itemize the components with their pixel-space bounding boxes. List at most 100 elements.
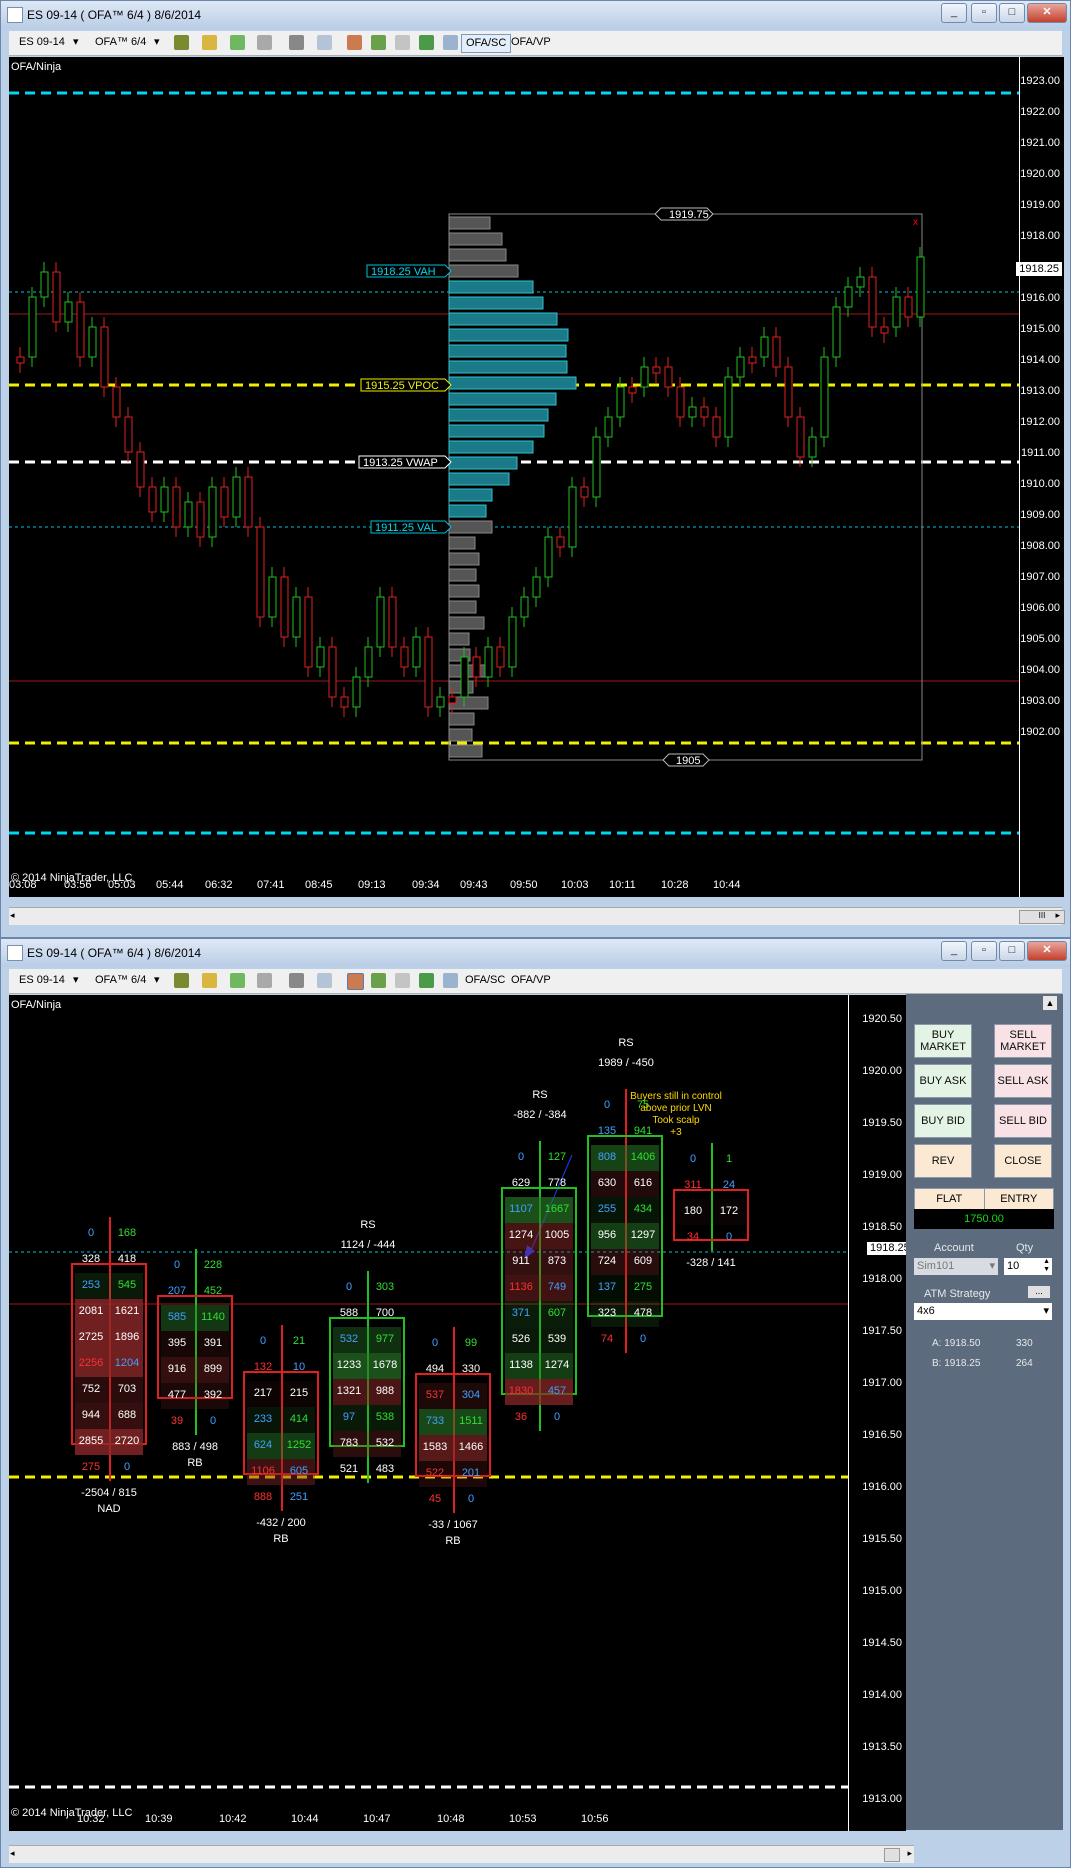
tab-ofa-vp[interactable]: OFA/VP <box>511 34 551 51</box>
close-window-button[interactable]: ✕ <box>1027 941 1067 961</box>
price-tick-label: 1916.00 <box>862 1481 902 1493</box>
restore-button[interactable]: ▫ <box>971 941 997 961</box>
bid-volume: 217 <box>249 1387 277 1399</box>
scroll-thumb[interactable] <box>884 1848 900 1862</box>
time-tick-label: 10:44 <box>291 1813 319 1825</box>
price-axis[interactable]: 1923.00 1922.00 1921.00 1920.00 1919.00 1918.… <box>1019 57 1064 897</box>
buy-market-button[interactable]: BUY MARKET <box>914 1024 972 1058</box>
interval-selector[interactable]: OFA™ 6/4 <box>95 34 146 51</box>
sell-ask-button[interactable]: SELL ASK <box>994 1064 1052 1098</box>
dropdown-arrow-icon[interactable]: ▾ <box>154 34 160 51</box>
restore-button[interactable]: ▫ <box>971 3 997 23</box>
footprint-row: 1107 1667 <box>505 1197 573 1223</box>
crosshair-icon[interactable] <box>289 35 304 50</box>
price-axis[interactable]: 1920.50 1920.00 1919.50 1919.00 1918.50 1918.… <box>848 995 906 1831</box>
tab-ofa-sc[interactable]: OFA/SC <box>465 972 505 989</box>
maximize-button[interactable]: □ <box>999 3 1025 23</box>
zoom-icon[interactable] <box>317 35 332 50</box>
pin-icon[interactable] <box>257 35 272 50</box>
indicators-icon[interactable] <box>371 973 386 988</box>
atm-strategy-select[interactable]: 4x6 ▾ <box>914 1303 1052 1320</box>
dropdown-arrow-icon[interactable]: ▾ <box>73 972 79 989</box>
footprint-row: 1321 988 <box>333 1379 401 1405</box>
data-box-icon[interactable] <box>443 973 458 988</box>
horizontal-scrollbar[interactable]: ◂ ▸ <box>9 1845 914 1863</box>
minimize-button[interactable]: _ <box>941 941 967 961</box>
bar-type-icon[interactable] <box>174 973 189 988</box>
ask-volume: 0 <box>199 1415 227 1427</box>
tab-ofa-vp[interactable]: OFA/VP <box>511 972 551 989</box>
data-box-icon[interactable] <box>443 35 458 50</box>
footprint-row: 526 539 <box>505 1327 573 1353</box>
ask-volume: 228 <box>199 1259 227 1271</box>
bid-volume: 253 <box>77 1279 105 1291</box>
footprint-row: 275 0 <box>75 1455 143 1481</box>
scroll-left-icon[interactable]: ◂ <box>10 910 15 921</box>
price-chart[interactable]: OFA/Ninja © 2014 NinjaTrader, LLC F 1918… <box>9 57 1064 897</box>
tab-ofa-sc[interactable]: OFA/SC <box>461 34 511 53</box>
vpoc-annotation: 1915.25 VPOC <box>361 379 451 392</box>
profile-bar <box>449 265 518 277</box>
strategy-icon[interactable] <box>347 35 362 50</box>
pencil-icon[interactable] <box>202 973 217 988</box>
profile-bar <box>449 489 492 501</box>
dropdown-arrow-icon[interactable]: ▾ <box>154 972 160 989</box>
horizontal-scrollbar[interactable]: ◂ III ▸ <box>9 907 1062 925</box>
add-indicator-icon[interactable] <box>230 973 245 988</box>
footprint-row: 783 532 <box>333 1431 401 1457</box>
instrument-selector[interactable]: ES 09-14 <box>19 34 65 51</box>
scroll-left-icon[interactable]: ◂ <box>10 1848 15 1859</box>
candle-body <box>917 257 924 317</box>
zoom-icon[interactable] <box>317 973 332 988</box>
add-indicator-icon[interactable] <box>230 35 245 50</box>
profile-bar <box>449 553 479 565</box>
toolbar: ES 09-14 ▾ OFA™ 6/4 ▾ OFA/SC OFA/VP <box>9 31 1062 56</box>
ask-volume: 605 <box>285 1465 313 1477</box>
interval-selector[interactable]: OFA™ 6/4 <box>95 972 146 989</box>
account-select[interactable]: Sim101 ▾ <box>914 1258 998 1275</box>
atm-options-button[interactable]: ... <box>1028 1286 1050 1298</box>
footprint-chart[interactable]: OFA/Ninja © 2014 NinjaTrader, LLC F 0168… <box>9 995 906 1831</box>
reverse-button[interactable]: REV <box>914 1144 972 1178</box>
instrument-selector[interactable]: ES 09-14 <box>19 972 65 989</box>
crosshair-icon[interactable] <box>289 973 304 988</box>
buy-ask-button[interactable]: BUY ASK <box>914 1064 972 1098</box>
bid-volume: 97 <box>335 1411 363 1423</box>
scroll-right-icon[interactable]: ▸ <box>907 1848 912 1859</box>
close-window-button[interactable]: ✕ <box>1027 3 1067 23</box>
stepper-arrows-icon[interactable]: ▲ ▼ <box>1043 1258 1050 1274</box>
maximize-button[interactable]: □ <box>999 941 1025 961</box>
footprint-row: 2081 1621 <box>75 1299 143 1325</box>
chart-properties-icon[interactable] <box>395 35 410 50</box>
pin-icon[interactable] <box>257 973 272 988</box>
strategy-icon[interactable] <box>347 973 364 990</box>
candle-body <box>557 537 564 547</box>
buy-bid-button[interactable]: BUY BID <box>914 1104 972 1138</box>
candle-body <box>293 597 300 637</box>
candle-body <box>653 367 660 373</box>
time-axis[interactable]: 03:08 03:56 05:03 05:44 06:32 07:41 08:45 09:13… <box>9 875 1019 897</box>
sell-market-button[interactable]: SELL MARKET <box>994 1024 1052 1058</box>
dollar-icon[interactable] <box>419 973 434 988</box>
chart-properties-icon[interactable] <box>395 973 410 988</box>
ask-volume: 24 <box>715 1179 743 1191</box>
indicators-icon[interactable] <box>371 35 386 50</box>
scroll-right-icon[interactable]: ▸ <box>1055 910 1060 921</box>
candle-body <box>533 577 540 597</box>
sell-bid-button[interactable]: SELL BID <box>994 1104 1052 1138</box>
time-axis[interactable]: 10:32 10:39 10:42 10:44 10:47 10:48 10:53 10:56 <box>9 1809 849 1831</box>
price-tick-label: 1919.50 <box>862 1117 902 1129</box>
collapse-icon[interactable]: ▲ <box>1043 996 1057 1010</box>
candle-body <box>605 417 612 437</box>
minimize-button[interactable]: _ <box>941 3 967 23</box>
bar-type-icon[interactable] <box>174 35 189 50</box>
bid-size: 264 <box>1016 1358 1033 1369</box>
dollar-icon[interactable] <box>419 35 434 50</box>
close-position-button[interactable]: CLOSE <box>994 1144 1052 1178</box>
time-tick-label: 03:08 <box>9 879 37 891</box>
qty-stepper[interactable]: 10 ▲ ▼ <box>1004 1258 1052 1275</box>
ask-volume: 414 <box>285 1413 313 1425</box>
dropdown-arrow-icon[interactable]: ▾ <box>73 34 79 51</box>
ask-volume: 1140 <box>199 1311 227 1323</box>
pencil-icon[interactable] <box>202 35 217 50</box>
